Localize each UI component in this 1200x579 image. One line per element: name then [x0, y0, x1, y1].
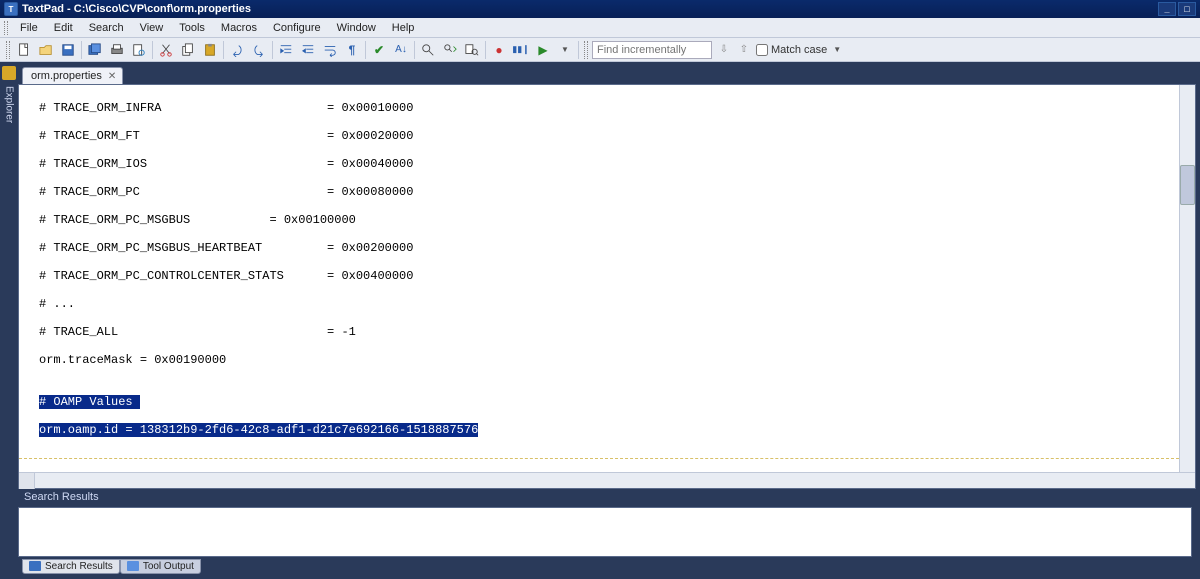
cut-icon[interactable] — [156, 40, 176, 60]
match-case-checkbox[interactable] — [756, 44, 768, 56]
indent-icon[interactable] — [276, 40, 296, 60]
menubar: File Edit Search View Tools Macros Confi… — [0, 18, 1200, 38]
code-line[interactable]: # TRACE_ORM_PC_CONTROLCENTER_STATS = 0x0… — [35, 269, 1179, 283]
print-icon[interactable] — [107, 40, 127, 60]
toolbar-grip-1[interactable] — [6, 41, 10, 59]
titlebar: T TextPad - C:\Cisco\CVP\conf\orm.proper… — [0, 0, 1200, 18]
pause-macro-icon[interactable]: ▮▮❙ — [511, 40, 531, 60]
search-results-panel[interactable] — [18, 507, 1192, 557]
find-in-files-icon[interactable] — [462, 40, 482, 60]
code-line[interactable]: # TRACE_ORM_FT = 0x00020000 — [35, 129, 1179, 143]
bottom-tab-search-results[interactable]: Search Results — [22, 559, 120, 574]
incremental-find-box: ⇩ ⇧ Match case ▼ — [592, 41, 841, 59]
code-line[interactable]: # TRACE_ORM_IOS = 0x00040000 — [35, 157, 1179, 171]
record-macro-icon[interactable]: ● — [489, 40, 509, 60]
menu-help[interactable]: Help — [384, 20, 423, 36]
horizontal-rule — [35, 451, 1179, 465]
code-line[interactable]: # TRACE_ORM_PC_MSGBUS = 0x00100000 — [35, 213, 1179, 227]
code-line-highlight[interactable]: orm.oamp.id = 138312b9-2fd6-42c8-adf1-d2… — [35, 423, 1179, 437]
tab-close-icon[interactable]: ✕ — [108, 71, 116, 82]
find-next-icon[interactable] — [440, 40, 460, 60]
explorer-label: Explorer — [4, 86, 15, 123]
code-line[interactable]: # TRACE_ORM_INFRA = 0x00010000 — [35, 101, 1179, 115]
code-editor[interactable]: # TRACE_ORM_INFRA = 0x00010000 # TRACE_O… — [19, 85, 1179, 472]
code-line[interactable]: # TRACE_ORM_PC = 0x00080000 — [35, 185, 1179, 199]
window-title: TextPad - C:\Cisco\CVP\conf\orm.properti… — [22, 3, 251, 15]
print-preview-icon[interactable] — [129, 40, 149, 60]
explorer-icon[interactable] — [2, 66, 16, 80]
code-line-highlight[interactable]: # OAMP Values — [35, 395, 1179, 409]
tab-orm-properties[interactable]: orm.properties ✕ — [22, 67, 123, 84]
show-marks-icon[interactable]: ¶ — [342, 40, 362, 60]
sort-az-icon[interactable]: A↓ — [391, 40, 411, 60]
editor-frame: # TRACE_ORM_INFRA = 0x00010000 # TRACE_O… — [18, 84, 1196, 489]
save-icon[interactable] — [58, 40, 78, 60]
toolbar-grip-2[interactable] — [584, 41, 588, 59]
split-handle[interactable] — [19, 473, 35, 489]
find-icon[interactable] — [418, 40, 438, 60]
copy-icon[interactable] — [178, 40, 198, 60]
tool-output-icon — [127, 561, 139, 571]
horizontal-scrollbar[interactable] — [19, 472, 1195, 488]
menu-view[interactable]: View — [132, 20, 172, 36]
code-line[interactable]: # TRACE_ORM_PC_MSGBUS_HEARTBEAT = 0x0020… — [35, 241, 1179, 255]
app-icon: T — [4, 2, 18, 16]
app-window: T TextPad - C:\Cisco\CVP\conf\orm.proper… — [0, 0, 1200, 579]
minimize-button[interactable]: _ — [1158, 2, 1176, 16]
undo-icon[interactable] — [227, 40, 247, 60]
outdent-icon[interactable] — [298, 40, 318, 60]
menubar-grip[interactable] — [4, 21, 8, 35]
search-results-icon — [29, 561, 41, 571]
find-options-dropdown-icon[interactable]: ▼ — [833, 45, 841, 54]
menu-configure[interactable]: Configure — [265, 20, 329, 36]
menu-macros[interactable]: Macros — [213, 20, 265, 36]
open-file-icon[interactable] — [36, 40, 56, 60]
word-wrap-icon[interactable] — [320, 40, 340, 60]
tab-label: orm.properties — [31, 70, 102, 82]
macro-dropdown-icon[interactable]: ▼ — [555, 40, 575, 60]
scrollbar-thumb[interactable] — [1180, 165, 1195, 205]
new-file-icon[interactable] — [14, 40, 34, 60]
code-line[interactable]: orm.traceMask = 0x00190000 — [35, 353, 1179, 367]
match-case-label[interactable]: Match case — [756, 44, 827, 56]
find-up-icon[interactable]: ⇧ — [736, 42, 752, 58]
toolbar: ¶ ✔ A↓ ● ▮▮❙ ▶ ▼ ⇩ ⇧ Match case ▼ — [0, 38, 1200, 62]
redo-icon[interactable] — [249, 40, 269, 60]
menu-tools[interactable]: Tools — [171, 20, 213, 36]
menu-window[interactable]: Window — [329, 20, 384, 36]
menu-search[interactable]: Search — [81, 20, 132, 36]
save-all-icon[interactable] — [85, 40, 105, 60]
play-macro-icon[interactable]: ▶ — [533, 40, 553, 60]
spell-check-icon[interactable]: ✔ — [369, 40, 389, 60]
paste-icon[interactable] — [200, 40, 220, 60]
incremental-find-input[interactable] — [592, 41, 712, 59]
maximize-button[interactable]: □ — [1178, 2, 1196, 16]
code-line[interactable]: # ... — [35, 297, 1179, 311]
menu-edit[interactable]: Edit — [46, 20, 81, 36]
find-down-icon[interactable]: ⇩ — [716, 42, 732, 58]
menu-file[interactable]: File — [12, 20, 46, 36]
explorer-sidebar[interactable]: Explorer — [0, 62, 18, 579]
search-results-header[interactable]: Search Results — [18, 489, 1196, 507]
bottom-tabbar: Search Results Tool Output — [18, 557, 1196, 575]
code-line[interactable]: # TRACE_ALL = -1 — [35, 325, 1179, 339]
vertical-scrollbar[interactable] — [1179, 85, 1195, 472]
document-tabbar: orm.properties ✕ — [18, 62, 1196, 84]
bottom-tab-tool-output[interactable]: Tool Output — [120, 559, 201, 574]
